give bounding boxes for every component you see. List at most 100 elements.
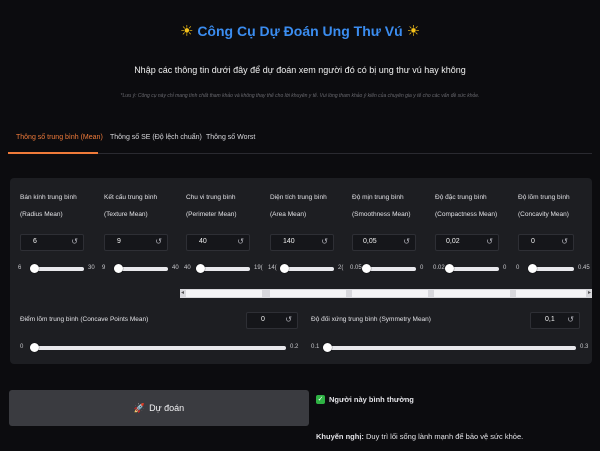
- slider-min-label: 14(: [268, 265, 277, 271]
- field-label-english: (Smoothness Mean): [352, 211, 411, 218]
- number-input-value[interactable]: 0: [261, 316, 265, 323]
- reset-icon[interactable]: ↺: [285, 315, 292, 324]
- reset-icon[interactable]: ↺: [561, 237, 568, 246]
- slider-thumb[interactable]: [196, 264, 205, 273]
- slider-min-label: 40: [184, 265, 191, 271]
- reset-icon[interactable]: ↺: [71, 237, 78, 246]
- input-panel: [10, 178, 592, 364]
- range-slider[interactable]: [362, 264, 416, 273]
- field-label: Độ đặc trung bình: [435, 194, 487, 201]
- number-input-value[interactable]: 6: [33, 238, 37, 245]
- number-input[interactable]: 140 ↺: [270, 234, 334, 251]
- slider-min-label: 0: [516, 265, 520, 271]
- recommendation-prefix: Khuyến nghị:: [316, 432, 364, 441]
- slider-max-label: 0.45: [578, 265, 590, 271]
- predict-button-label: Dự đoán: [149, 403, 185, 413]
- reset-icon[interactable]: ↺: [567, 315, 574, 324]
- field-label: Diện tích trung bình: [270, 194, 327, 201]
- app-title-text: Công Cụ Dự Đoán Ung Thư Vú: [197, 23, 403, 39]
- check-icon: ✓: [316, 395, 325, 404]
- field-label: Bán kính trung bình: [20, 194, 77, 201]
- number-input-value[interactable]: 0,05: [363, 238, 377, 245]
- slider-thumb[interactable]: [362, 264, 371, 273]
- predict-button[interactable]: 🚀 Dự đoán: [9, 390, 309, 426]
- active-tab-indicator: [8, 152, 98, 154]
- slider-thumb[interactable]: [30, 343, 39, 352]
- range-slider[interactable]: [445, 264, 499, 273]
- number-input[interactable]: 0,05 ↺: [352, 234, 416, 251]
- number-input-value[interactable]: 0,1: [545, 316, 555, 323]
- reset-icon[interactable]: ↺: [403, 237, 410, 246]
- field-label-english: (Radius Mean): [20, 211, 63, 218]
- rocket-icon: 🚀: [133, 402, 146, 413]
- field-label-english: (Area Mean): [270, 211, 307, 218]
- scroll-segment: [186, 290, 262, 297]
- slider-min-label: 0.02: [433, 265, 445, 271]
- slider-max-label: 40: [172, 265, 179, 271]
- slider-min-label: 6: [18, 265, 22, 271]
- field-label: Kết cấu trung bình: [104, 194, 158, 201]
- prediction-result: Người này bình thường: [329, 395, 414, 404]
- slider-thumb[interactable]: [445, 264, 454, 273]
- slider-thumb[interactable]: [280, 264, 289, 273]
- app-title: ☀ Công Cụ Dự Đoán Ung Thư Vú ☀: [0, 22, 600, 40]
- number-input[interactable]: 40 ↺: [186, 234, 250, 251]
- field-label: Điểm lõm trung bình (Concave Points Mean…: [20, 316, 149, 323]
- slider-min-label: 9: [102, 265, 106, 271]
- range-slider[interactable]: [30, 343, 286, 352]
- sun-icon-left: ☀: [179, 23, 194, 40]
- number-input[interactable]: 0 ↺: [246, 312, 298, 329]
- field-label: Độ đối xứng trung bình (Symmetry Mean): [311, 316, 431, 323]
- field-label-english: (Concavity Mean): [518, 211, 569, 218]
- range-slider[interactable]: [528, 264, 574, 273]
- range-slider[interactable]: [280, 264, 334, 273]
- number-input[interactable]: 9 ↺: [104, 234, 168, 251]
- field-label-english: (Compactness Mean): [435, 211, 498, 218]
- field-label: Độ mịn trung bình: [352, 194, 404, 201]
- field-label-english: (Perimeter Mean): [186, 211, 237, 218]
- number-input[interactable]: 0,1 ↺: [530, 312, 580, 329]
- range-slider[interactable]: [114, 264, 168, 273]
- scroll-segment: [352, 290, 428, 297]
- slider-max-label: 30: [88, 265, 95, 271]
- tab-bar: Thông số trung bình (Mean) Thông số SE (…: [8, 128, 592, 154]
- slider-max-label: 0.3: [580, 344, 589, 350]
- slider-thumb[interactable]: [323, 343, 332, 352]
- recommendation-text: Duy trì lối sống lành mạnh để bảo vệ sức…: [363, 432, 524, 441]
- tab-se[interactable]: Thông số SE (Độ lệch chuẩn): [110, 134, 202, 141]
- number-input-value[interactable]: 9: [117, 238, 121, 245]
- slider-max-label: 0: [420, 265, 424, 271]
- number-input[interactable]: 0 ↺: [518, 234, 574, 251]
- slider-thumb[interactable]: [114, 264, 123, 273]
- slider-max-label: 19(: [254, 265, 263, 271]
- reset-icon[interactable]: ↺: [321, 237, 328, 246]
- reset-icon[interactable]: ↺: [486, 237, 493, 246]
- range-slider[interactable]: [323, 343, 576, 352]
- field-label: Độ lõm trung bình: [518, 194, 570, 201]
- number-input-value[interactable]: 0,02: [446, 238, 460, 245]
- slider-thumb[interactable]: [528, 264, 537, 273]
- reset-icon[interactable]: ↺: [155, 237, 162, 246]
- number-input[interactable]: 6 ↺: [20, 234, 84, 251]
- number-input-value[interactable]: 40: [199, 238, 207, 245]
- tab-mean[interactable]: Thông số trung bình (Mean): [16, 134, 103, 141]
- number-input-value[interactable]: 140: [283, 238, 295, 245]
- recommendation: Khuyến nghị: Duy trì lối sống lành mạnh …: [316, 432, 523, 441]
- range-slider[interactable]: [196, 264, 250, 273]
- horizontal-scrollbar[interactable]: ◂ ▸: [180, 289, 592, 298]
- range-slider[interactable]: [30, 264, 84, 273]
- scroll-segment: [434, 290, 510, 297]
- subtitle: Nhập các thông tin dưới đây để dự đoán x…: [134, 65, 466, 75]
- tab-worst[interactable]: Thông số Worst: [206, 134, 255, 141]
- number-input-value[interactable]: 0: [531, 238, 535, 245]
- scroll-left-arrow-icon[interactable]: ◂: [181, 289, 184, 296]
- scroll-segment: [516, 290, 586, 297]
- number-input[interactable]: 0,02 ↺: [435, 234, 499, 251]
- slider-thumb[interactable]: [30, 264, 39, 273]
- reset-icon[interactable]: ↺: [237, 237, 244, 246]
- slider-min-label: 0.05: [350, 265, 362, 271]
- field-label-english: (Texture Mean): [104, 211, 148, 218]
- sun-icon-right: ☀: [406, 23, 421, 40]
- scroll-right-arrow-icon[interactable]: ▸: [588, 289, 591, 296]
- scroll-segment: [270, 290, 346, 297]
